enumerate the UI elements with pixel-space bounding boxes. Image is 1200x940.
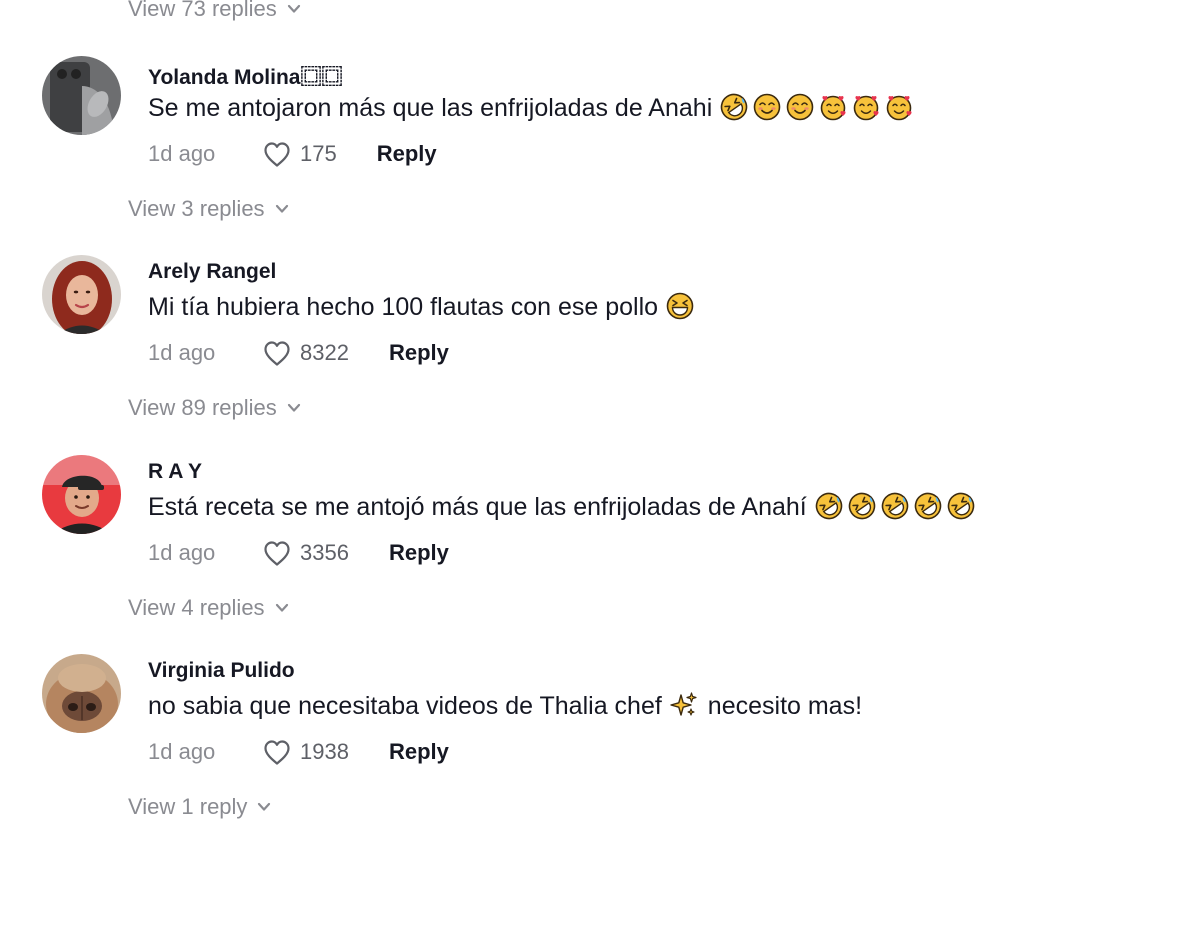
view-replies-button[interactable]: View 3 replies [128,196,289,222]
comment-text-main: no sabia que necesitaba videos de Thalia… [148,692,662,720]
view-replies-label: View 73 replies [128,0,277,21]
chevron-down-icon [287,403,300,412]
rolling-on-floor-laughing-emoji-icon [848,492,876,520]
heart-icon [264,740,290,765]
username-suffix: ⿴⿴ [300,66,343,89]
avatar-r-a-y[interactable] [42,455,121,534]
smiling-eyes-emoji-icon [786,93,814,121]
comment-text: no sabia que necesitaba videos de Thalia… [148,690,862,722]
view-replies-button[interactable]: View 1 reply [128,794,271,820]
reply-button[interactable]: Reply [389,340,449,366]
emoji-group [712,93,913,122]
like-button[interactable]: 1938 [262,738,349,766]
smiling-face-with-hearts-emoji-icon [852,93,880,121]
avatar-arely-rangel[interactable] [42,255,121,334]
view-replies-button[interactable]: View 73 replies [128,0,301,22]
reply-button[interactable]: Reply [377,141,437,167]
comment-meta: 1d ago 175 Reply [148,138,437,170]
rolling-on-floor-laughing-emoji-icon [914,492,942,520]
emoji-group [658,292,694,321]
rolling-on-floor-laughing-emoji-icon [815,492,843,520]
comment-timestamp: 1d ago [148,540,216,565]
comment-meta: 1d ago 8322 Reply [148,337,449,369]
like-button[interactable]: 3356 [262,539,349,567]
comment-item: Yolanda Molina⿴⿴ Se me antojaron más que… [0,56,1200,256]
comment-username[interactable]: R A Y [148,460,202,484]
like-count: 175 [300,141,337,166]
comment-item: R A Y Está receta se me antojó más que l… [0,455,1200,655]
comment-text-main: Mi tía hubiera hecho 100 flautas con ese… [148,293,659,321]
comment-meta: 1d ago 1938 Reply [148,736,449,768]
comment-text-main: Está receta se me antojó más que las enf… [148,493,807,521]
chevron-down-icon [275,603,288,612]
chevron-down-icon [275,204,288,213]
like-count: 8322 [300,340,349,365]
comment-item: Virginia Pulido no sabia que necesitaba … [0,654,1200,854]
chevron-down-icon [287,4,300,13]
comment-list: Nancy97 me recordó a las enfrijoladas de… [0,0,1200,940]
comment-text-main: Se me antojaron más que las enfrijoladas… [148,94,713,122]
like-count: 3356 [300,540,349,565]
username-text: Virginia Pulido [148,659,295,682]
comment-timestamp: 1d ago [148,739,216,764]
view-replies-label: View 1 reply [128,794,248,819]
comment-username[interactable]: Arely Rangel [148,260,276,284]
comment-timestamp: 1d ago [148,141,216,166]
comment-item: Nancy97 me recordó a las enfrijoladas de… [0,0,1200,56]
avatar-yolanda-molina[interactable] [42,56,121,135]
comment-meta: 1d ago 3356 Reply [148,537,449,569]
comment-username[interactable]: Virginia Pulido [148,659,295,683]
comment-text: Está receta se me antojó más que las enf… [148,491,975,523]
emoji-group [807,492,975,521]
view-replies-button[interactable]: View 89 replies [128,395,301,421]
view-replies-label: View 4 replies [128,595,265,620]
smiling-face-with-hearts-emoji-icon [819,93,847,121]
like-button[interactable]: 8322 [262,339,349,367]
view-replies-label: View 89 replies [128,395,277,420]
username-text: R A Y [148,460,203,483]
heart-icon [264,142,290,167]
heart-icon [264,541,290,566]
rolling-on-floor-laughing-emoji-icon [881,492,909,520]
chevron-down-icon [258,802,271,811]
username-text: Arely Rangel [148,260,277,283]
smiling-eyes-emoji-icon [753,93,781,121]
rolling-on-floor-laughing-emoji-icon [947,492,975,520]
emoji-group [662,692,698,720]
reply-button[interactable]: Reply [389,739,449,765]
view-replies-button[interactable]: View 4 replies [128,595,289,621]
grinning-squinting-face-emoji-icon [666,292,694,320]
comment-text-after: necesito mas! [707,692,863,720]
comment-timestamp: 1d ago [148,340,216,365]
comment-text: Se me antojaron más que las enfrijoladas… [148,92,913,124]
like-button[interactable]: 175 [262,140,337,168]
username-text: Yolanda Molina [148,66,301,89]
heart-icon [264,341,290,366]
sparkles-emoji-icon [670,691,698,719]
reply-button[interactable]: Reply [389,540,449,566]
avatar-virginia-pulido[interactable] [42,654,121,733]
comment-text: Mi tía hubiera hecho 100 flautas con ese… [148,291,694,323]
comment-item: Arely Rangel Mi tía hubiera hecho 100 fl… [0,255,1200,455]
comment-username[interactable]: Yolanda Molina⿴⿴ [148,61,342,91]
view-replies-label: View 3 replies [128,196,265,221]
rolling-on-floor-laughing-emoji-icon [720,93,748,121]
smiling-face-with-hearts-emoji-icon [885,93,913,121]
like-count: 1938 [300,739,349,764]
